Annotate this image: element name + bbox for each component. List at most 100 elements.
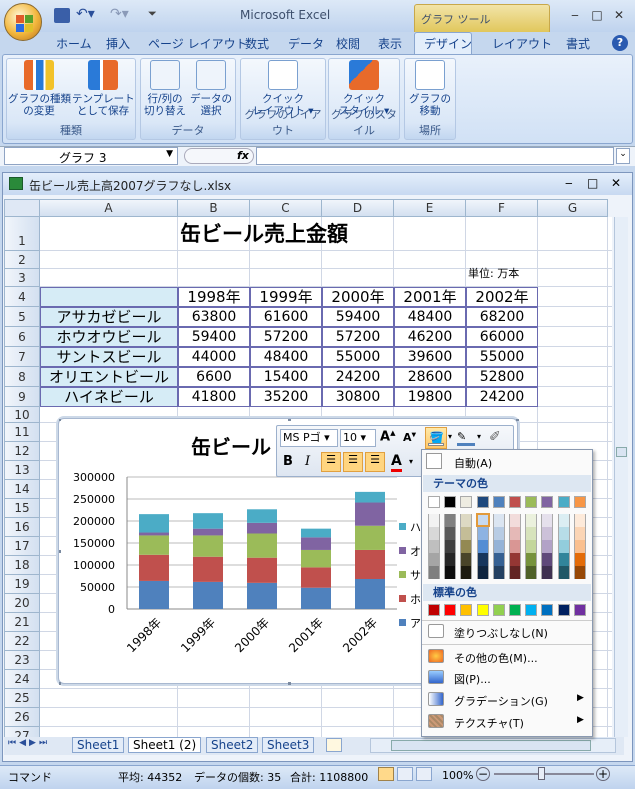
standard-color-swatch[interactable] <box>541 604 554 616</box>
theme-color-swatch[interactable] <box>573 496 586 508</box>
theme-shade-swatch[interactable] <box>492 566 505 579</box>
tab-page-layout[interactable]: ページ レイアウト <box>148 35 248 52</box>
standard-color-swatch[interactable] <box>460 604 473 616</box>
fill-color-dropdown-icon[interactable]: ▾ <box>448 432 452 441</box>
theme-shade-swatch[interactable] <box>444 553 457 566</box>
theme-shade-swatch[interactable] <box>557 527 570 540</box>
bar-segment[interactable] <box>355 549 385 579</box>
theme-shade-swatch[interactable] <box>444 527 457 540</box>
theme-color-swatch[interactable] <box>509 496 521 508</box>
theme-shade-swatch[interactable] <box>509 553 521 566</box>
table-header-cell[interactable]: 2000年 <box>322 287 394 307</box>
tab-format[interactable]: 書式 <box>566 35 590 52</box>
theme-shade-swatch[interactable] <box>557 553 570 566</box>
shrink-font-button[interactable]: A▼ <box>403 431 416 444</box>
table-header-cell[interactable]: 2001年 <box>394 287 466 307</box>
font-color-button[interactable]: A <box>391 453 402 472</box>
bar-segment[interactable] <box>355 502 385 526</box>
row-header-13[interactable]: 13 <box>4 461 40 480</box>
theme-shade-swatch[interactable] <box>492 514 505 527</box>
table-cell[interactable]: 44000 <box>178 347 250 367</box>
help-icon[interactable]: ? <box>612 35 628 51</box>
theme-color-swatch[interactable] <box>460 496 473 508</box>
bar-segment[interactable] <box>355 525 385 550</box>
standard-color-swatch[interactable] <box>509 604 521 616</box>
table-cell[interactable]: 55000 <box>322 347 394 367</box>
theme-shade-swatch[interactable] <box>460 527 473 540</box>
tab-formulas[interactable]: 数式 <box>245 35 269 52</box>
theme-shade-swatch[interactable] <box>476 540 489 553</box>
theme-shade-swatch[interactable] <box>525 527 538 540</box>
page-layout-view-icon[interactable] <box>397 767 413 781</box>
row-header-17[interactable]: 17 <box>4 537 40 556</box>
table-cell[interactable]: 66000 <box>466 327 538 347</box>
theme-shade-swatch[interactable] <box>444 566 457 579</box>
formula-input[interactable] <box>256 147 614 165</box>
row-header-5[interactable]: 5 <box>4 307 40 327</box>
align-center-button[interactable]: ☰ <box>343 452 363 472</box>
table-cell[interactable]: 48400 <box>394 307 466 327</box>
name-box-dropdown-icon[interactable]: ▼ <box>166 149 173 159</box>
theme-shade-swatch[interactable] <box>460 540 473 553</box>
sheet-tab-sheet3[interactable]: Sheet3 <box>262 737 315 753</box>
select-all-corner[interactable] <box>4 199 40 217</box>
row-header-2[interactable]: 2 <box>4 251 40 269</box>
theme-shade-swatch[interactable] <box>573 566 586 579</box>
theme-color-swatch[interactable] <box>428 496 440 508</box>
table-cell[interactable]: 63800 <box>178 307 250 327</box>
row-header-1[interactable]: 1 <box>4 217 40 251</box>
table-cell[interactable]: 61600 <box>250 307 322 327</box>
save-icon[interactable] <box>54 8 70 23</box>
theme-color-swatch[interactable] <box>492 496 505 508</box>
fx-button[interactable]: fx <box>184 148 254 164</box>
table-cell[interactable]: 28600 <box>394 367 466 387</box>
theme-shade-swatch[interactable] <box>428 540 440 553</box>
theme-shade-swatch[interactable] <box>428 514 440 527</box>
theme-shade-swatch[interactable] <box>476 527 489 540</box>
switch-row-column-button[interactable]: 行/列の 切り替え <box>142 60 188 117</box>
row-header-26[interactable]: 26 <box>4 708 40 727</box>
zoom-slider-thumb[interactable] <box>538 767 545 780</box>
auto-color-option[interactable]: 自動(A) <box>454 455 492 471</box>
auto-color-swatch[interactable] <box>426 453 442 469</box>
row-header-19[interactable]: 19 <box>4 575 40 594</box>
theme-shade-swatch[interactable] <box>525 514 538 527</box>
chart-resize-handle[interactable] <box>516 419 519 421</box>
sheet-tab-sheet1[interactable]: Sheet1 <box>72 737 125 753</box>
table-cell[interactable]: 15400 <box>250 367 322 387</box>
table-cell[interactable]: 68200 <box>466 307 538 327</box>
bar-segment[interactable] <box>139 535 169 555</box>
row-header-22[interactable]: 22 <box>4 632 40 651</box>
column-header-a[interactable]: A <box>40 199 178 217</box>
row-header-24[interactable]: 24 <box>4 670 40 689</box>
unit-label[interactable]: 単位: 万本 <box>468 265 519 281</box>
normal-view-icon[interactable] <box>378 767 394 781</box>
bar-segment[interactable] <box>301 587 331 609</box>
change-chart-type-button[interactable]: グラフの種類 の変更 <box>8 60 71 117</box>
undo-icon[interactable]: ↶▾ <box>76 6 95 22</box>
sheet-nav-icons[interactable]: ⏮◀▶⏭ <box>8 738 50 748</box>
theme-shade-swatch[interactable] <box>525 553 538 566</box>
theme-shade-swatch[interactable] <box>573 514 586 527</box>
bar-segment[interactable] <box>193 556 223 582</box>
table-cell[interactable]: 59400 <box>322 307 394 327</box>
column-header-b[interactable]: B <box>178 199 250 217</box>
workbook-minimize-button[interactable]: ‒ <box>565 176 573 190</box>
theme-shade-swatch[interactable] <box>525 566 538 579</box>
fill-color-button[interactable]: 🪣 <box>425 427 447 449</box>
bar-segment[interactable] <box>139 514 169 533</box>
row-header-25[interactable]: 25 <box>4 689 40 708</box>
maximize-button[interactable]: □ <box>588 8 606 22</box>
standard-color-swatch[interactable] <box>557 604 570 616</box>
bar-segment[interactable] <box>301 567 331 588</box>
row-header-3[interactable]: 3 <box>4 269 40 287</box>
theme-shade-swatch[interactable] <box>509 514 521 527</box>
zoom-level[interactable]: 100% <box>442 769 473 782</box>
tab-view[interactable]: 表示 <box>378 35 402 52</box>
bar-segment[interactable] <box>139 532 169 536</box>
theme-shade-swatch[interactable] <box>525 540 538 553</box>
bar-segment[interactable] <box>193 513 223 529</box>
bar-segment[interactable] <box>301 549 331 568</box>
theme-shade-swatch[interactable] <box>460 566 473 579</box>
theme-shade-swatch[interactable] <box>492 553 505 566</box>
